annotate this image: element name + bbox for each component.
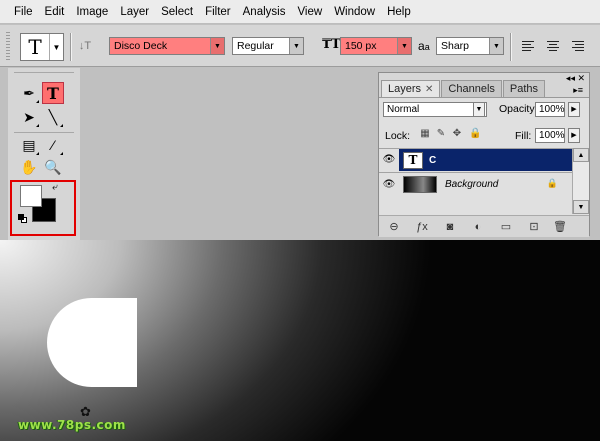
menu-layer[interactable]: Layer [114,0,155,24]
opacity-label: Opacity: [499,103,538,115]
foreground-color-swatch[interactable] [20,185,42,207]
fill-slider-arrow-icon[interactable]: ▶ [568,128,580,143]
lock-label: Lock: [385,130,411,142]
scroll-down-icon[interactable]: ▼ [573,200,589,214]
chevron-down-icon: ▼ [210,38,224,54]
menu-filter[interactable]: Filter [199,0,237,24]
close-icon[interactable]: ✕ [425,84,433,95]
eye-icon[interactable]: 👁 [379,149,399,171]
tab-layers[interactable]: Layers ✕ [381,80,441,97]
default-colors-icon[interactable] [18,214,28,224]
font-size-value: 150 px [345,40,377,52]
pen-tool-icon[interactable]: ✒ [18,82,40,104]
menu-help[interactable]: Help [381,0,417,24]
separator [70,33,72,61]
document-canvas[interactable]: ✿ www.78ps.com [0,240,600,441]
layer-thumbnail [403,175,437,193]
watermark: www.78ps.com [18,418,126,432]
font-family-select[interactable]: Disco Deck ▼ [109,37,225,55]
tab-paths[interactable]: Paths [502,80,546,97]
blend-mode-select[interactable]: Normal [383,102,487,117]
separator [510,33,512,61]
layers-scrollbar[interactable]: ▲ ▼ [572,148,589,214]
layer-row-background[interactable]: 👁 Background 🔒 [379,172,572,195]
layer-name[interactable]: Background [445,179,498,190]
scroll-up-icon[interactable]: ▲ [573,148,589,162]
font-style-value: Regular [237,40,274,52]
antialias-select[interactable]: Sharp ▼ [436,37,504,55]
lock-all-icon[interactable]: 🔒 [469,128,481,140]
layer-mask-icon[interactable]: ◙ [443,220,457,234]
align-center-icon[interactable] [544,37,562,55]
hand-tool-icon[interactable]: ✋ [18,156,40,178]
chevron-down-icon: ▼ [489,38,503,54]
panel-tabs: Layers ✕ Channels Paths [381,80,546,97]
align-left-icon[interactable] [520,37,538,55]
layer-row-text[interactable]: 👁 T C [379,148,572,171]
divider [14,132,74,133]
layer-name[interactable]: C [429,155,436,166]
options-bar: T ▼ ↓T Disco Deck ▼ Regular ▼ ₸T 150 px … [0,25,600,67]
swap-colors-icon[interactable]: ⤶ [52,182,58,193]
opacity-slider-arrow-icon[interactable]: ▶ [568,102,580,117]
layers-panel-body: Normal ▼ Opacity: 100% ▶ Lock: ▦ ✎ ✥ 🔒 F… [379,97,589,237]
layer-style-icon[interactable]: ƒx [415,220,429,234]
chevron-down-icon: ▼ [289,38,303,54]
layers-panel-footer: ⊖ ƒx ◙ ◐ ▭ ⊡ 🗑 [379,215,589,237]
panel-menu-icon[interactable]: ▸≡ [573,85,583,96]
menu-image[interactable]: Image [70,0,114,24]
font-style-select[interactable]: Regular ▼ [232,37,304,55]
notes-tool-icon[interactable]: ▤ [18,134,40,156]
eye-icon[interactable]: 👁 [379,179,399,190]
path-selection-tool-icon[interactable]: ➤ [18,106,40,128]
lock-icon: 🔒 [546,178,558,188]
menu-bar: File Edit Image Layer Select Filter Anal… [0,0,600,24]
lock-position-icon[interactable]: ✥ [451,128,463,140]
fill-field[interactable]: 100% [535,128,565,143]
toolbox: ✒ T ➤ ╲ ▤ ⁄ ✋ 🔍 ⤶ [8,68,80,240]
line-tool-icon[interactable]: ╲ [42,106,64,128]
type-tool-icon: T [28,35,42,59]
tab-channels[interactable]: Channels [441,80,502,97]
menu-edit[interactable]: Edit [39,0,71,24]
menu-window[interactable]: Window [328,0,381,24]
font-size-icon: ₸T [322,37,341,52]
new-group-icon[interactable]: ▭ [499,220,513,234]
options-bar-grip[interactable] [6,32,10,60]
delete-layer-icon[interactable]: 🗑 [553,220,567,234]
panel-collapse-icon[interactable]: ◂◂ ✕ [566,73,585,84]
adjustment-layer-icon[interactable]: ◐ [471,220,485,234]
font-family-value: Disco Deck [114,40,168,52]
zoom-tool-icon[interactable]: 🔍 [42,156,64,178]
tool-preset-picker[interactable]: T ▼ [20,33,64,61]
font-size-select[interactable]: 150 px ▼ [340,37,412,55]
divider [14,72,74,73]
menu-file[interactable]: File [8,0,39,24]
menu-analysis[interactable]: Analysis [237,0,292,24]
chevron-down-icon: ▼ [473,102,485,117]
fill-label: Fill: [515,130,532,142]
menu-select[interactable]: Select [155,0,199,24]
type-tool-button[interactable]: T [42,82,64,104]
align-right-icon[interactable] [568,37,586,55]
lock-transparent-icon[interactable]: ▦ [419,128,431,140]
layers-panel: ◂◂ ✕ Layers ✕ Channels Paths ▸≡ Normal ▼ … [378,72,590,237]
text-layer-thumbnail-icon: T [403,151,423,169]
eyedropper-tool-icon[interactable]: ⁄ [42,134,64,156]
text-glyph-shape [47,298,137,387]
lock-image-icon[interactable]: ✎ [435,128,447,140]
antialias-value: Sharp [441,40,470,52]
opacity-field[interactable]: 100% [535,102,565,117]
text-orientation-icon[interactable]: ↓T [76,37,94,55]
chevron-down-icon: ▼ [397,38,411,54]
chevron-down-icon: ▼ [49,34,63,60]
menu-view[interactable]: View [291,0,328,24]
antialias-icon: aa [418,39,430,53]
new-layer-icon[interactable]: ⊡ [527,220,541,234]
link-layers-icon[interactable]: ⊖ [387,220,401,234]
